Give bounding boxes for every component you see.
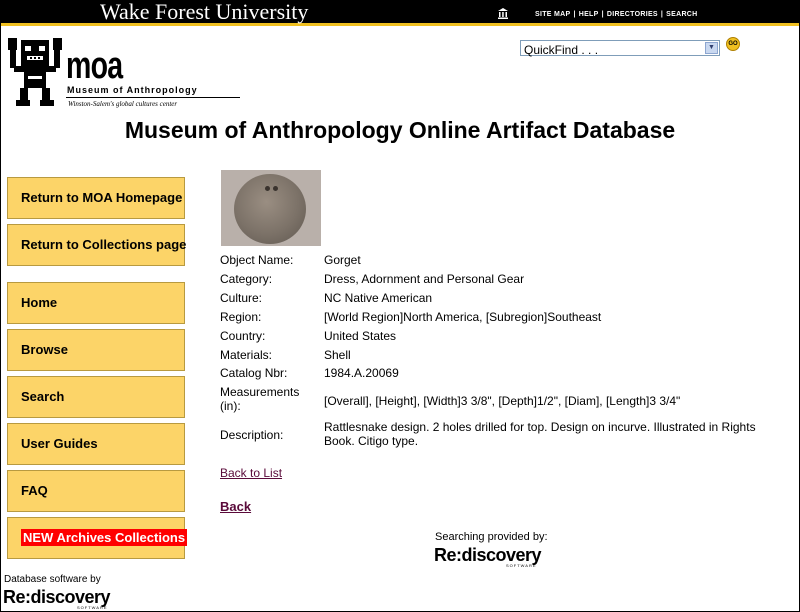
catalog-nbr-value: 1984.A.20069 [324, 366, 399, 380]
quickfind-value: QuickFind . . . [524, 43, 599, 57]
chevron-down-icon[interactable]: ▼ [705, 42, 718, 54]
building-icon[interactable] [498, 8, 508, 19]
moa-subtitle: Museum of Anthropology [67, 85, 198, 95]
materials-value: Shell [324, 348, 351, 362]
page-title: Museum of Anthropology Online Artifact D… [124, 117, 676, 143]
artifact-photo[interactable] [221, 170, 321, 246]
directories-link[interactable]: DIRECTORIES [607, 11, 658, 18]
region-label: Region: [220, 310, 262, 324]
back-link[interactable]: Back [220, 499, 251, 514]
moa-tagline: Winston-Salem's global cultures center [68, 100, 178, 108]
new-archives-button[interactable]: NEW Archives Collections [7, 517, 188, 559]
category-label: Category: [220, 272, 273, 286]
home-button[interactable]: Home [7, 282, 185, 324]
return-collections-button[interactable]: Return to Collections page [7, 224, 186, 266]
measurements-value: [Overall], [Height], [Width]3 3/8", [Dep… [324, 394, 681, 408]
search-link[interactable]: SEARCH [666, 11, 697, 18]
rediscovery-logo-small-sub: SOFTWARE [77, 605, 108, 610]
description-label: Description: [220, 428, 284, 442]
quickfind-select[interactable]: QuickFind . . . ▼ [520, 40, 720, 57]
university-name[interactable]: Wake Forest University [100, 1, 308, 23]
logo-divider [66, 97, 240, 98]
object-name-value: Gorget [324, 253, 361, 267]
country-label: Country: [220, 329, 266, 343]
culture-label: Culture: [220, 291, 263, 305]
top-bar: Wake Forest University SITE MAP | HELP | DIR… [0, 0, 800, 26]
back-to-list-link[interactable]: Back to List [220, 466, 282, 480]
faq-button[interactable]: FAQ [7, 470, 185, 512]
new-archives-label: NEW Archives Collections [21, 529, 188, 546]
materials-label: Materials: [220, 348, 273, 362]
culture-value: NC Native American [324, 291, 433, 305]
database-software-text: Database software by [4, 574, 101, 585]
country-value: United States [324, 329, 397, 343]
search-button[interactable]: Search [7, 376, 185, 418]
description-value: Rattlesnake design. 2 holes drilled for … [324, 420, 756, 448]
moa-logo-text[interactable]: moa [66, 47, 123, 85]
category-value: Dress, Adornment and Personal Gear [324, 272, 525, 286]
measurements-label: Measurements (in): [220, 385, 300, 413]
region-value: [World Region]North America, [Subregion]… [324, 310, 602, 324]
go-button[interactable]: GO [726, 37, 740, 51]
top-links: SITE MAP | HELP | DIRECTORIES | SEARCH [535, 11, 698, 18]
object-name-label: Object Name: [220, 253, 294, 267]
help-link[interactable]: HELP [579, 11, 599, 18]
rediscovery-logo-sub: SOFTWARE [506, 563, 537, 568]
return-moa-homepage-button[interactable]: Return to MOA Homepage [7, 177, 185, 219]
site-map-link[interactable]: SITE MAP [535, 11, 570, 18]
user-guides-button[interactable]: User Guides [7, 423, 185, 465]
browse-button[interactable]: Browse [7, 329, 185, 371]
moa-figure-logo[interactable] [6, 36, 64, 108]
catalog-nbr-label: Catalog Nbr: [220, 366, 288, 380]
searching-provided-text: Searching provided by: [435, 531, 548, 543]
